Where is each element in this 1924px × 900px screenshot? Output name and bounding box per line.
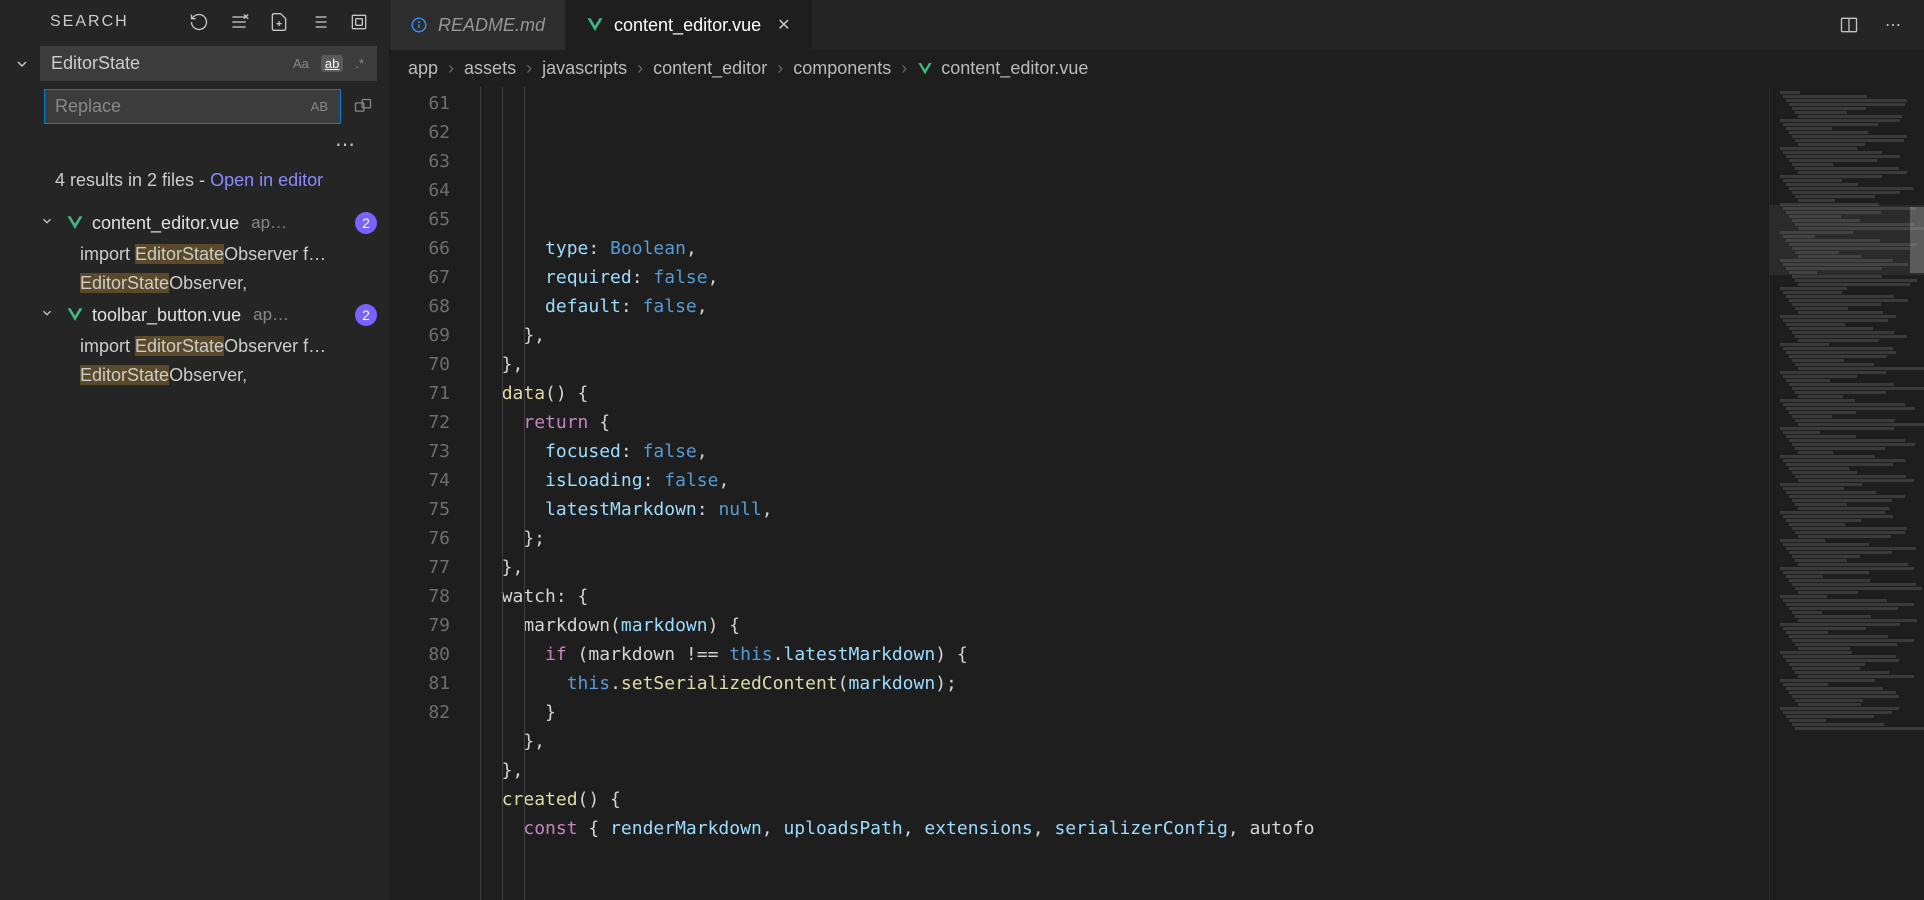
replace-option-icons: AB (309, 99, 330, 114)
tab-label: content_editor.vue (614, 15, 761, 36)
tab-label: README.md (438, 15, 545, 36)
result-file-row[interactable]: content_editor.vue ap… 2 (0, 206, 389, 240)
refresh-icon[interactable] (189, 12, 209, 32)
tabs-actions: ⋯ (1838, 0, 1924, 50)
search-option-icons: Aa ab .* (291, 55, 366, 72)
collapse-results-icon[interactable] (349, 12, 369, 32)
breadcrumb-item[interactable]: app (408, 58, 438, 79)
breadcrumb-item[interactable]: content_editor.vue (917, 58, 1088, 79)
search-input-row: Aa ab .* (0, 42, 389, 85)
result-file-path: ap… (251, 213, 287, 233)
more-actions-icon[interactable]: ⋯ (1882, 14, 1904, 36)
result-file-path: ap… (253, 305, 289, 325)
result-file-name: toolbar_button.vue (92, 305, 241, 326)
close-icon[interactable]: ✕ (777, 15, 790, 35)
tab-readme[interactable]: README.md (390, 0, 566, 50)
chevron-right-icon: › (777, 58, 783, 79)
chevron-right-icon: › (448, 58, 454, 79)
toggle-replace-icon[interactable] (12, 56, 32, 72)
tab-content-editor[interactable]: content_editor.vue ✕ (566, 0, 812, 50)
sidebar-header: SEARCH (0, 0, 389, 42)
vue-file-icon (66, 214, 84, 232)
chevron-down-icon (40, 306, 58, 325)
toggle-search-details-icon[interactable]: ⋯ (0, 128, 389, 157)
result-file-name: content_editor.vue (92, 213, 239, 234)
replace-input-row: AB (0, 85, 389, 128)
chevron-right-icon: › (637, 58, 643, 79)
view-tree-icon[interactable] (309, 12, 329, 32)
vue-file-icon (917, 60, 935, 78)
breadcrumb-item[interactable]: javascripts (542, 58, 627, 79)
open-in-editor-link[interactable]: Open in editor (210, 170, 323, 190)
result-file-row[interactable]: toolbar_button.vue ap… 2 (0, 298, 389, 332)
search-input[interactable] (51, 53, 291, 74)
breadcrumb-item[interactable]: content_editor (653, 58, 767, 79)
editor-main: README.md content_editor.vue ✕ ⋯ app › as… (390, 0, 1924, 900)
result-match-line[interactable]: EditorStateObserver, (0, 269, 389, 298)
use-regex-toggle[interactable]: .* (353, 56, 366, 71)
vue-file-icon (586, 16, 604, 34)
line-number-gutter: 6162636465666768697071727374757677787980… (390, 87, 480, 900)
result-match-line[interactable]: import EditorStateObserver f… (0, 332, 389, 361)
code-content[interactable]: type: Boolean, required: false, default:… (480, 87, 1769, 900)
results-count-text: 4 results in 2 files - (55, 170, 210, 190)
minimap[interactable] (1769, 87, 1924, 900)
editor-tabs: README.md content_editor.vue ✕ ⋯ (390, 0, 1924, 50)
match-whole-word-toggle[interactable]: ab (321, 55, 343, 72)
info-icon (410, 16, 428, 34)
chevron-right-icon: › (901, 58, 907, 79)
minimap-scrollbar[interactable] (1910, 207, 1924, 273)
replace-input-container: AB (44, 89, 341, 124)
breadcrumb: app › assets › javascripts › content_editor… (390, 50, 1924, 87)
breadcrumb-item[interactable]: assets (464, 58, 516, 79)
replace-all-icon[interactable] (349, 93, 377, 121)
match-case-toggle[interactable]: Aa (291, 56, 311, 71)
new-search-editor-icon[interactable] (269, 12, 289, 32)
preserve-case-toggle[interactable]: AB (309, 99, 330, 114)
chevron-right-icon: › (526, 58, 532, 79)
sidebar-title: SEARCH (50, 13, 177, 31)
search-input-container: Aa ab .* (40, 46, 377, 81)
header-action-icons (189, 12, 369, 32)
vue-file-icon (66, 306, 84, 324)
result-match-line[interactable]: EditorStateObserver, (0, 361, 389, 390)
result-match-line[interactable]: import EditorStateObserver f… (0, 240, 389, 269)
search-sidebar: SEARCH Aa ab (0, 0, 390, 900)
match-count-badge: 2 (355, 304, 377, 326)
match-count-badge: 2 (355, 212, 377, 234)
editor-body: 6162636465666768697071727374757677787980… (390, 87, 1924, 900)
replace-input[interactable] (55, 96, 309, 117)
breadcrumb-item[interactable]: components (793, 58, 891, 79)
minimap-viewport[interactable] (1770, 205, 1924, 275)
chevron-down-icon (40, 214, 58, 233)
results-summary: 4 results in 2 files - Open in editor (0, 157, 389, 206)
split-editor-icon[interactable] (1838, 14, 1860, 36)
clear-search-icon[interactable] (229, 12, 249, 32)
